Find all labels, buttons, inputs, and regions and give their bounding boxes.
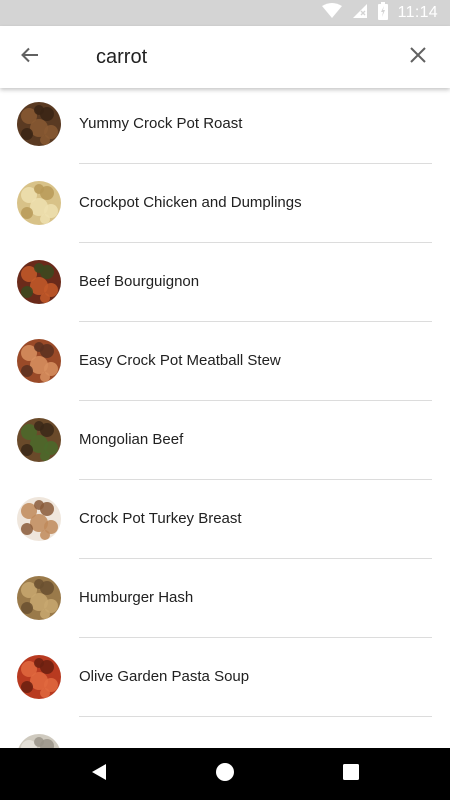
list-item[interactable]: Easy Crock Pot Meatball Stew	[0, 325, 450, 404]
nav-back-button[interactable]	[87, 762, 111, 786]
recipe-thumbnail	[17, 418, 61, 462]
recipe-thumbnail	[17, 260, 61, 304]
status-icons: 11:14	[321, 0, 438, 26]
results-list: Yummy Crock Pot Roast Crockpot Chicken a…	[0, 88, 450, 748]
status-bar: 11:14	[0, 0, 450, 26]
search-input[interactable]: carrot	[96, 44, 147, 70]
search-bar: carrot	[0, 26, 450, 88]
recipe-thumbnail	[17, 181, 61, 225]
close-icon	[409, 46, 427, 69]
signal-icon	[352, 3, 368, 24]
list-item[interactable]: Crockpot Chicken and Dumplings	[0, 167, 450, 246]
arrow-left-icon	[20, 45, 40, 70]
divider	[79, 400, 432, 401]
divider	[79, 242, 432, 243]
list-item[interactable]: Crock Pot Turkey Breast	[0, 483, 450, 562]
recipe-thumbnail	[17, 655, 61, 699]
nav-home-button[interactable]	[213, 762, 237, 786]
recipe-title: Mongolian Beef	[79, 431, 184, 448]
recipe-thumbnail	[17, 339, 61, 383]
navigation-bar	[0, 748, 450, 800]
nav-recents-button[interactable]	[339, 762, 363, 786]
list-item[interactable]: Humburger Hash	[0, 562, 450, 641]
square-recents-icon	[342, 763, 360, 786]
list-item[interactable]: Mongolian Beef	[0, 404, 450, 483]
recipe-title: Easy Crock Pot Meatball Stew	[79, 352, 281, 369]
recipe-title: Crockpot Chicken and Dumplings	[79, 194, 302, 211]
list-item[interactable]	[0, 720, 450, 748]
divider	[79, 163, 432, 164]
recipe-title: Crock Pot Turkey Breast	[79, 510, 242, 527]
wifi-icon	[321, 2, 342, 24]
recipe-title: Olive Garden Pasta Soup	[79, 668, 250, 685]
recipe-thumbnail	[17, 576, 61, 620]
divider	[79, 479, 432, 480]
list-item[interactable]: Olive Garden Pasta Soup	[0, 641, 450, 720]
divider	[79, 716, 432, 717]
divider	[79, 558, 432, 559]
status-time: 11:14	[397, 4, 438, 21]
recipe-thumbnail	[17, 734, 61, 748]
list-item[interactable]: Yummy Crock Pot Roast	[0, 88, 450, 167]
recipe-thumbnail	[17, 102, 61, 146]
divider	[79, 637, 432, 638]
recipe-title: Yummy Crock Pot Roast	[79, 115, 243, 132]
circle-home-icon	[215, 762, 235, 787]
clear-search-button[interactable]	[404, 43, 432, 71]
back-button[interactable]	[16, 43, 44, 71]
recipe-thumbnail	[17, 497, 61, 541]
triangle-back-icon	[90, 762, 108, 787]
list-item[interactable]: Beef Bourguignon	[0, 246, 450, 325]
recipe-title: Beef Bourguignon	[79, 273, 200, 290]
divider	[79, 321, 432, 322]
recipe-title: Humburger Hash	[79, 589, 194, 606]
battery-icon	[377, 1, 388, 25]
